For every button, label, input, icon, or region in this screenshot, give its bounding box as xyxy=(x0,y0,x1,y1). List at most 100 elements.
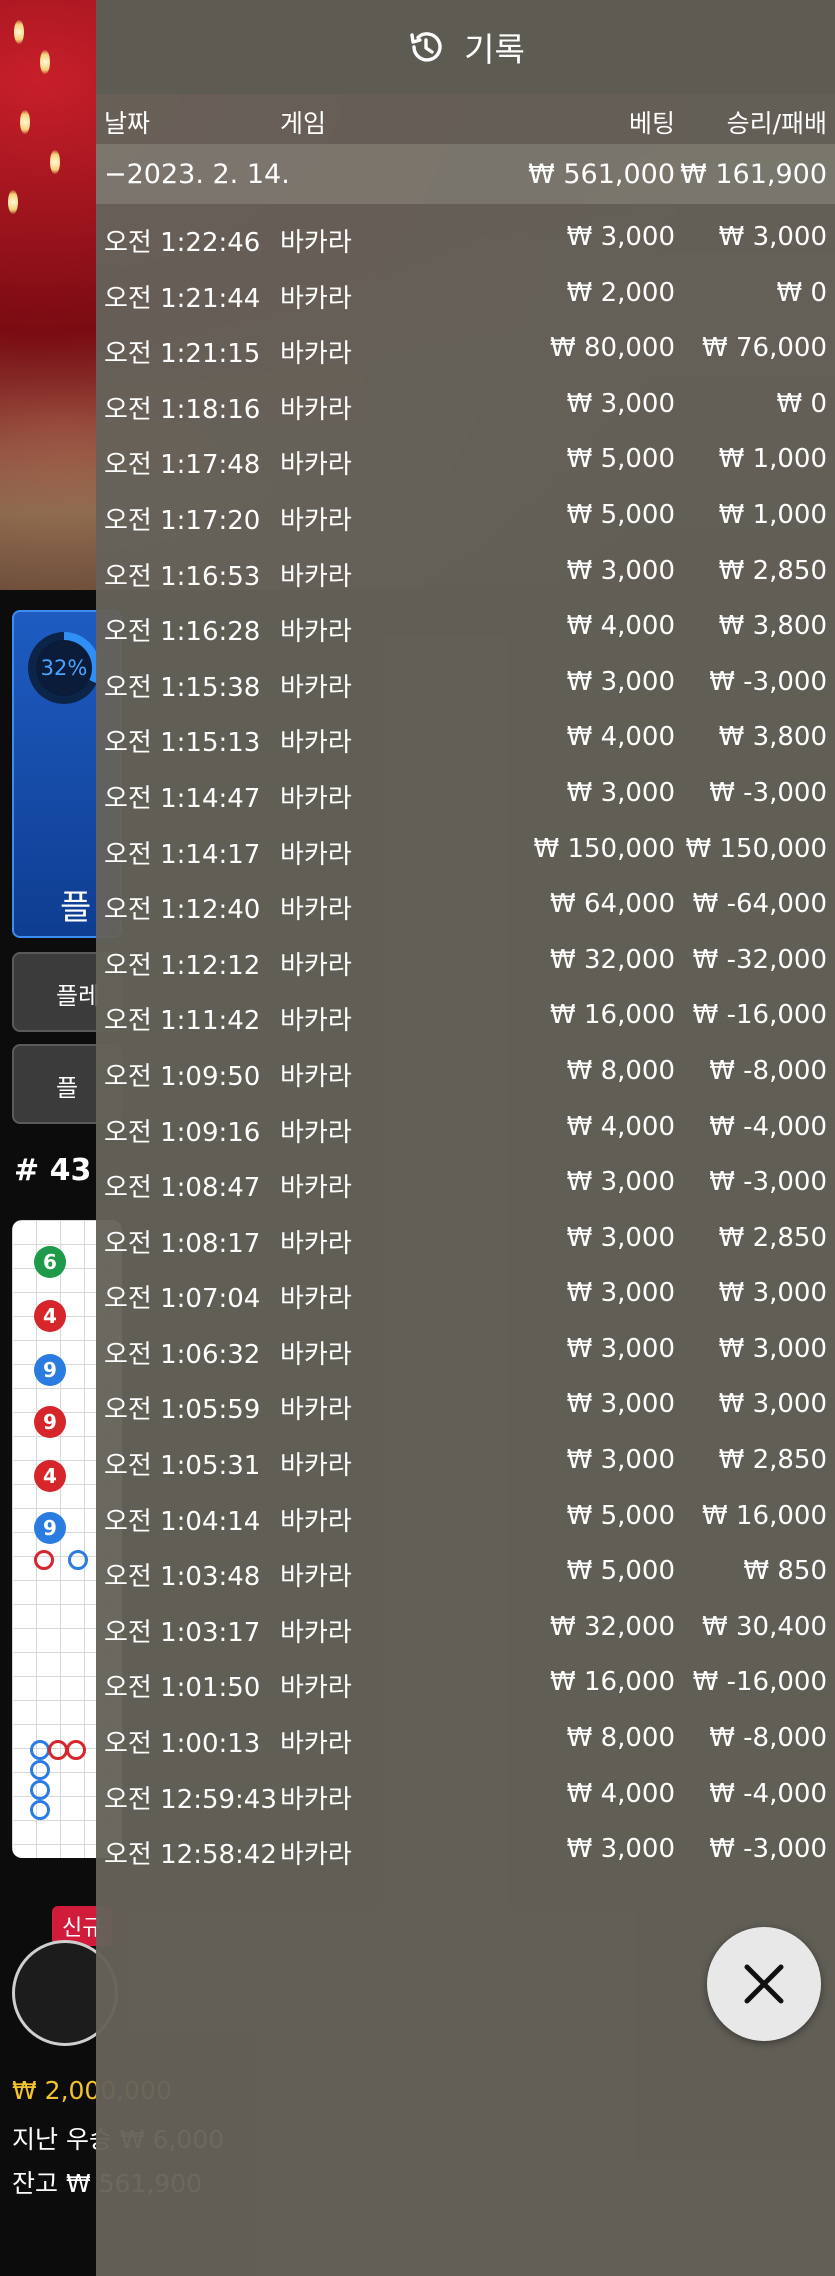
row-bet: ₩ 3,000 xyxy=(566,222,675,252)
history-row[interactable]: 오전 1:08:17 바카라 ₩ 3,000 ₩ 2,850 xyxy=(96,1211,835,1267)
row-time: 오전 1:00:13 xyxy=(104,1729,261,1760)
row-time: 오전 1:22:46 xyxy=(104,228,261,258)
history-row[interactable]: 오전 1:09:50 바카라 ₩ 8,000 ₩ -8,000 xyxy=(96,1044,835,1100)
row-bet: ₩ 80,000 xyxy=(550,333,675,364)
history-row[interactable]: 오전 1:17:20 바카라 ₩ 5,000 ₩ 1,000 xyxy=(96,488,835,544)
history-row[interactable]: 오전 1:15:38 바카라 ₩ 3,000 ₩ -3,000 xyxy=(96,655,835,711)
row-game: 바카라 xyxy=(280,339,352,370)
history-row[interactable]: 오전 1:17:48 바카라 ₩ 5,000 ₩ 1,000 xyxy=(96,432,835,488)
row-time: 오전 1:12:40 xyxy=(104,895,261,926)
row-time: 오전 1:12:12 xyxy=(104,950,261,981)
history-row[interactable]: 오전 1:09:16 바카라 ₩ 4,000 ₩ -4,000 xyxy=(96,1100,835,1156)
history-row[interactable]: 오전 1:18:16 바카라 ₩ 3,000 ₩ 0 xyxy=(96,377,835,433)
history-row[interactable]: 오전 1:00:13 바카라 ₩ 8,000 ₩ -8,000 xyxy=(96,1711,835,1767)
row-game: 바카라 xyxy=(280,950,352,981)
row-win-loss: ₩ 1,000 xyxy=(718,499,827,530)
row-game: 바카라 xyxy=(280,394,352,425)
date-group-row[interactable]: −2023. 2. 14. ₩ 561,000 ₩ 161,900 xyxy=(96,144,835,204)
row-win-loss: ₩ -8,000 xyxy=(709,1055,827,1086)
history-row[interactable]: 오전 1:14:47 바카라 ₩ 3,000 ₩ -3,000 xyxy=(96,766,835,822)
row-game: 바카라 xyxy=(280,1451,352,1482)
bead: 4 xyxy=(34,1300,66,1332)
row-bet: ₩ 8,000 xyxy=(566,1723,675,1754)
row-bet: ₩ 3,000 xyxy=(566,388,675,419)
row-game: 바카라 xyxy=(280,1061,352,1092)
history-row[interactable]: 오전 1:12:40 바카라 ₩ 64,000 ₩ -64,000 xyxy=(96,877,835,933)
play-label: 플 xyxy=(60,888,92,928)
row-time: 오전 1:05:59 xyxy=(104,1395,261,1426)
row-win-loss: ₩ -16,000 xyxy=(692,1000,827,1031)
row-game: 바카라 xyxy=(280,1784,352,1815)
history-row[interactable]: 오전 1:16:28 바카라 ₩ 4,000 ₩ 3,800 xyxy=(96,599,835,655)
row-game: 바카라 xyxy=(280,450,352,481)
row-game: 바카라 xyxy=(280,1228,352,1259)
history-row[interactable]: 오전 1:03:48 바카라 ₩ 5,000 ₩ 850 xyxy=(96,1544,835,1600)
history-row[interactable]: 오전 12:58:42 바카라 ₩ 3,000 ₩ -3,000 xyxy=(96,1822,835,1878)
derived-road-mark xyxy=(30,1740,50,1760)
close-icon xyxy=(744,1964,784,2004)
history-row[interactable]: 오전 1:08:47 바카라 ₩ 3,000 ₩ -3,000 xyxy=(96,1155,835,1211)
row-win-loss: ₩ 16,000 xyxy=(702,1500,827,1531)
history-row[interactable]: 오전 1:11:42 바카라 ₩ 16,000 ₩ -16,000 xyxy=(96,988,835,1044)
row-time: 오전 1:18:16 xyxy=(104,394,261,425)
history-row[interactable]: 오전 1:01:50 바카라 ₩ 16,000 ₩ -16,000 xyxy=(96,1655,835,1711)
row-win-loss: ₩ 3,000 xyxy=(718,1389,827,1420)
history-list: 오전 1:22:46 바카라 ₩ 3,000 ₩ 3,000 오전 1:21:44 바카라… xyxy=(96,210,835,1878)
row-game: 바카라 xyxy=(280,1673,352,1704)
row-bet: ₩ 3,000 xyxy=(566,1278,675,1309)
row-time: 오전 1:16:28 xyxy=(104,617,261,648)
column-date: 날짜 xyxy=(104,109,151,138)
row-win-loss: ₩ 150,000 xyxy=(685,833,828,864)
row-win-loss: ₩ 3,800 xyxy=(718,611,827,642)
row-bet: ₩ 4,000 xyxy=(566,1778,675,1809)
derived-road-mark xyxy=(66,1740,86,1760)
row-bet: ₩ 64,000 xyxy=(550,889,675,920)
row-win-loss: ₩ -3,000 xyxy=(709,777,827,808)
history-row[interactable]: 오전 1:21:44 바카라 ₩ 2,000 ₩ 0 xyxy=(96,266,835,322)
row-game: 바카라 xyxy=(280,1729,352,1760)
history-row[interactable]: 오전 1:16:53 바카라 ₩ 3,000 ₩ 2,850 xyxy=(96,544,835,600)
bead: 4 xyxy=(34,1460,66,1492)
history-row[interactable]: 오전 1:14:17 바카라 ₩ 150,000 ₩ 150,000 xyxy=(96,822,835,878)
row-game: 바카라 xyxy=(280,895,352,926)
row-game: 바카라 xyxy=(280,839,352,870)
row-bet: ₩ 16,000 xyxy=(550,1667,675,1698)
date-group-total-win: ₩ 161,900 xyxy=(680,159,827,190)
close-button[interactable] xyxy=(707,1927,821,2041)
history-row[interactable]: 오전 1:21:15 바카라 ₩ 80,000 ₩ 76,000 xyxy=(96,321,835,377)
date-group-total-bet: ₩ 561,000 xyxy=(528,159,675,190)
row-bet: ₩ 5,000 xyxy=(566,1556,675,1587)
row-time: 오전 1:15:13 xyxy=(104,728,261,759)
history-row[interactable]: 오전 1:05:59 바카라 ₩ 3,000 ₩ 3,000 xyxy=(96,1377,835,1433)
history-row[interactable]: 오전 1:07:04 바카라 ₩ 3,000 ₩ 3,000 xyxy=(96,1266,835,1322)
row-time: 오전 1:09:16 xyxy=(104,1117,261,1148)
history-row[interactable]: 오전 1:22:46 바카라 ₩ 3,000 ₩ 3,000 xyxy=(96,210,835,266)
history-row[interactable]: 오전 12:59:43 바카라 ₩ 4,000 ₩ -4,000 xyxy=(96,1767,835,1823)
row-bet: ₩ 5,000 xyxy=(566,499,675,530)
row-bet: ₩ 4,000 xyxy=(566,1111,675,1142)
row-time: 오전 1:21:15 xyxy=(104,339,261,370)
row-win-loss: ₩ -4,000 xyxy=(709,1111,827,1142)
row-win-loss: ₩ -8,000 xyxy=(709,1723,827,1754)
history-row[interactable]: 오전 1:04:14 바카라 ₩ 5,000 ₩ 16,000 xyxy=(96,1489,835,1545)
row-bet: ₩ 150,000 xyxy=(533,833,676,864)
history-row[interactable]: 오전 1:06:32 바카라 ₩ 3,000 ₩ 3,000 xyxy=(96,1322,835,1378)
row-time: 오전 1:05:31 xyxy=(104,1451,261,1482)
row-bet: ₩ 3,000 xyxy=(566,1389,675,1420)
row-game: 바카라 xyxy=(280,1173,352,1204)
column-win-loss: 승리/패배 xyxy=(726,109,827,138)
bead: 9 xyxy=(34,1406,66,1438)
row-win-loss: ₩ -3,000 xyxy=(709,1834,827,1865)
history-row[interactable]: 오전 1:15:13 바카라 ₩ 4,000 ₩ 3,800 xyxy=(96,710,835,766)
derived-road-mark xyxy=(30,1760,50,1780)
derived-road-mark xyxy=(48,1740,68,1760)
row-bet: ₩ 4,000 xyxy=(566,722,675,753)
history-row[interactable]: 오전 1:05:31 바카라 ₩ 3,000 ₩ 2,850 xyxy=(96,1433,835,1489)
history-row[interactable]: 오전 1:03:17 바카라 ₩ 32,000 ₩ 30,400 xyxy=(96,1600,835,1656)
row-win-loss: ₩ 3,000 xyxy=(718,1278,827,1309)
column-bet: 베팅 xyxy=(628,109,675,138)
bead: 9 xyxy=(34,1512,66,1544)
row-bet: ₩ 32,000 xyxy=(550,944,675,975)
row-time: 오전 1:04:14 xyxy=(104,1506,261,1537)
history-row[interactable]: 오전 1:12:12 바카라 ₩ 32,000 ₩ -32,000 xyxy=(96,933,835,989)
